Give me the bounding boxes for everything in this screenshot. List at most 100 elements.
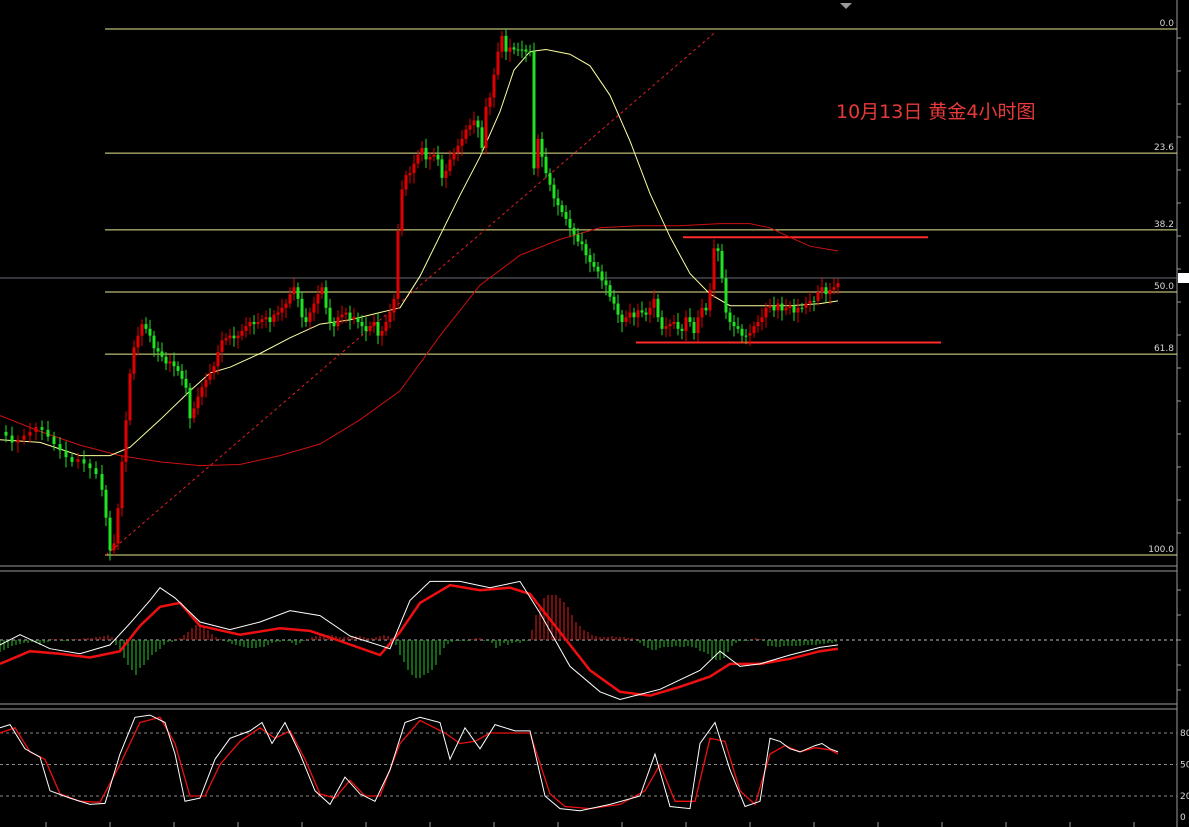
- candle-body: [384, 321, 388, 331]
- candle-body: [812, 300, 816, 302]
- candle-body: [352, 317, 356, 320]
- candle-body: [324, 287, 328, 308]
- candle-body: [4, 431, 8, 436]
- candle-body: [432, 154, 436, 157]
- candle-body: [388, 312, 392, 322]
- candle-body: [276, 312, 280, 315]
- candle-body: [396, 230, 400, 299]
- candle-body: [272, 314, 276, 322]
- candle-body: [628, 312, 632, 318]
- candle-body: [548, 173, 552, 185]
- stoch-tick-20: 20: [1180, 792, 1189, 802]
- candle-body: [28, 431, 32, 436]
- candle-body: [732, 321, 736, 327]
- candle-body: [376, 321, 380, 336]
- candle-body: [10, 435, 14, 443]
- candle-body: [364, 326, 368, 331]
- candle-body: [484, 106, 488, 148]
- stoch-tick-50: 50: [1180, 761, 1189, 771]
- candle-body: [728, 312, 732, 322]
- candle-body: [424, 147, 428, 160]
- chart-background: [0, 0, 1189, 827]
- candle-body: [268, 317, 272, 322]
- candle-body: [356, 317, 360, 322]
- candle-body: [564, 212, 568, 219]
- candle-body: [668, 324, 672, 327]
- candle: [120, 455, 124, 517]
- candle-body: [228, 335, 232, 339]
- candle-body: [724, 278, 728, 313]
- candle-body: [780, 303, 784, 311]
- candle-body: [392, 298, 396, 313]
- candle-body: [180, 370, 184, 379]
- candle-body: [552, 184, 556, 199]
- candle-body: [488, 97, 492, 107]
- candle-body: [320, 287, 324, 295]
- candle-body: [456, 145, 460, 153]
- candle-body: [316, 294, 320, 304]
- candle-body: [672, 321, 676, 325]
- candle-body: [520, 49, 524, 51]
- candle-body: [796, 307, 800, 313]
- candle-body: [140, 324, 144, 336]
- candle-body: [100, 473, 104, 490]
- candle-body: [332, 321, 336, 327]
- candle-body: [516, 49, 520, 51]
- candle-body: [760, 317, 764, 322]
- candle-body: [644, 312, 648, 315]
- candle-body: [676, 321, 680, 329]
- candle-body: [660, 317, 664, 329]
- candle-body: [164, 356, 168, 364]
- candle-body: [712, 248, 716, 290]
- candle-body: [744, 335, 748, 337]
- candle: [532, 42, 536, 175]
- candle: [396, 224, 400, 310]
- candle-body: [188, 387, 192, 419]
- candle-body: [144, 324, 148, 329]
- candle-body: [284, 303, 288, 308]
- candle-body: [720, 250, 724, 279]
- candle-body: [708, 289, 712, 311]
- candle-body: [716, 248, 720, 251]
- candle-body: [472, 120, 476, 126]
- candle-body: [328, 307, 332, 322]
- candle-body: [680, 328, 684, 331]
- fib-label-0-0: 0.0: [1160, 19, 1175, 29]
- candle-body: [756, 321, 760, 327]
- candle-body: [500, 35, 504, 52]
- candle-body: [360, 321, 364, 327]
- candle-body: [436, 154, 440, 160]
- candle-body: [820, 287, 824, 292]
- candle-body: [288, 294, 292, 304]
- fib-label-50-0: 50.0: [1154, 282, 1174, 292]
- candle-body: [428, 156, 432, 160]
- candle-body: [544, 156, 548, 174]
- candle-body: [588, 255, 592, 263]
- candle-body: [116, 508, 120, 544]
- candle-body: [600, 271, 604, 281]
- candle-body: [632, 312, 636, 318]
- candle-body: [768, 305, 772, 308]
- candle-body: [124, 420, 128, 462]
- candle-body: [34, 427, 38, 432]
- candle-body: [748, 333, 752, 336]
- candle-body: [408, 173, 412, 176]
- candle-body: [556, 198, 560, 206]
- candle-body: [260, 319, 264, 322]
- candle-body: [292, 287, 296, 295]
- candle-body: [540, 138, 544, 157]
- candle-body: [248, 321, 252, 327]
- candle-body: [216, 351, 220, 367]
- gold-4h-chart: 0.0 23.6 38.2 50.0 61.8 100.0 80 50 20 0 10月13日 …: [0, 0, 1189, 827]
- candle-body: [208, 373, 212, 380]
- candle-body: [656, 298, 660, 318]
- candle-body: [776, 303, 780, 311]
- candle-body: [612, 296, 616, 304]
- candle-body: [148, 328, 152, 336]
- candle-body: [244, 326, 248, 331]
- candle-body: [132, 347, 136, 374]
- candle-body: [108, 517, 112, 551]
- candle-body: [212, 366, 216, 374]
- candle-body: [232, 335, 236, 339]
- candle-body: [22, 435, 26, 440]
